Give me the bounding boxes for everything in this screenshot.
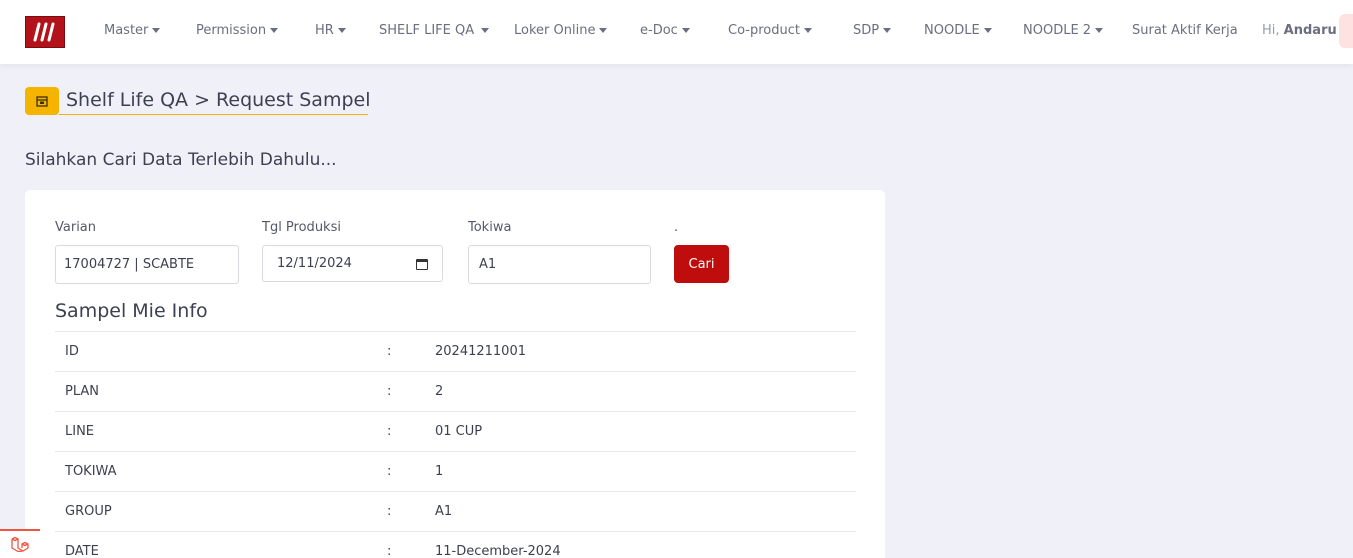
caret-down-icon <box>1095 28 1104 33</box>
tokiwa-label: Tokiwa <box>468 220 512 235</box>
row-value: A1 <box>435 504 453 519</box>
nav-item-noodle-2[interactable]: NOODLE 2 <box>1023 23 1104 38</box>
row-separator: : <box>387 424 392 439</box>
section-title: Sampel Mie Info <box>55 300 208 322</box>
caret-down-icon <box>803 28 812 33</box>
nav-item-noodle[interactable]: NOODLE <box>924 23 992 38</box>
debugbar-toggle[interactable] <box>0 529 40 558</box>
row-value: 20241211001 <box>435 344 526 359</box>
row-key: TOKIWA <box>65 464 117 479</box>
user-menu-button[interactable] <box>1339 14 1353 48</box>
table-row: DATE: 11-December-2024 <box>55 531 856 558</box>
tgl-produksi-value: 12/11/2024 <box>277 256 352 271</box>
row-value: 01 CUP <box>435 424 483 439</box>
caret-down-icon <box>337 28 346 33</box>
user-greeting[interactable]: Hi, Andaru <box>1262 23 1337 38</box>
table-row: ID: 20241211001 <box>55 331 856 371</box>
page-subtitle: Silahkan Cari Data Terlebih Dahulu... <box>25 150 337 170</box>
caret-down-icon <box>152 28 161 33</box>
row-separator: : <box>387 544 392 558</box>
nav-item-co-product[interactable]: Co-product <box>728 23 812 38</box>
caret-down-icon <box>983 28 992 33</box>
user-name: Andaru <box>1283 23 1337 38</box>
table-row: LINE: 01 CUP <box>55 411 856 451</box>
logo-mark-icon <box>33 22 55 42</box>
greeting-text: Hi, <box>1262 23 1280 38</box>
nav-item-master[interactable]: Master <box>104 23 161 38</box>
cari-caption: . <box>674 220 679 235</box>
nav-item-label: SDP <box>853 23 880 38</box>
calendar-icon <box>25 87 59 115</box>
row-key: GROUP <box>65 504 112 519</box>
nav-item-hr[interactable]: HR <box>315 23 346 38</box>
info-table: ID: 20241211001 PLAN: 2 LINE: 01 CUP TOKIWA… <box>55 331 856 558</box>
laravel-icon <box>11 536 29 552</box>
top-navbar: Master Permission HR SHELF LIFE QA Loker… <box>0 0 1353 64</box>
nav-item-shelf-life-qa[interactable]: SHELF LIFE QA <box>379 23 490 38</box>
nav-item-label: Surat Aktif Kerja <box>1132 23 1238 38</box>
table-row: PLAN: 2 <box>55 371 856 411</box>
app-logo[interactable] <box>25 16 65 48</box>
calendar-picker-icon[interactable] <box>416 259 428 270</box>
varian-select[interactable]: 17004727 | SCABTE <box>55 245 239 284</box>
caret-down-icon <box>270 28 279 33</box>
nav-item-loker-online[interactable]: Loker Online <box>514 23 608 38</box>
row-key: LINE <box>65 424 95 439</box>
tgl-produksi-input[interactable]: 12/11/2024 <box>262 245 443 282</box>
nav-item-permission[interactable]: Permission <box>196 23 279 38</box>
nav-item-label: SHELF LIFE QA <box>379 23 475 38</box>
nav-item-label: Permission <box>196 23 267 38</box>
varian-value: 17004727 | SCABTE <box>64 257 195 272</box>
row-key: DATE <box>65 544 99 558</box>
row-separator: : <box>387 384 392 399</box>
caret-down-icon <box>599 28 608 33</box>
nav-item-label: NOODLE 2 <box>1023 23 1092 38</box>
nav-item-label: e-Doc <box>640 23 678 38</box>
row-value: 11-December-2024 <box>435 544 561 558</box>
varian-label: Varian <box>55 220 97 235</box>
breadcrumb: Shelf Life QA > Request Sampel <box>59 87 371 115</box>
tgl-produksi-label: Tgl Produksi <box>262 220 341 235</box>
nav-item-label: Co-product <box>728 23 800 38</box>
nav-item-sdp[interactable]: SDP <box>853 23 892 38</box>
row-separator: : <box>387 344 392 359</box>
nav-item-e-doc[interactable]: e-Doc <box>640 23 690 38</box>
row-value: 1 <box>435 464 444 479</box>
caret-down-icon <box>481 28 490 33</box>
row-key: ID <box>65 344 79 359</box>
nav-item-label: Loker Online <box>514 23 596 38</box>
table-row: GROUP: A1 <box>55 491 856 531</box>
table-row: TOKIWA: 1 <box>55 451 856 491</box>
tokiwa-input[interactable]: A1 <box>468 245 651 284</box>
cari-button[interactable]: Cari <box>674 245 729 283</box>
row-separator: : <box>387 464 392 479</box>
row-value: 2 <box>435 384 444 399</box>
nav-item-surat-aktif-kerja[interactable]: Surat Aktif Kerja <box>1132 23 1238 38</box>
nav-item-label: NOODLE <box>924 23 980 38</box>
tokiwa-value: A1 <box>479 257 497 272</box>
nav-item-label: HR <box>315 23 334 38</box>
caret-down-icon <box>681 28 690 33</box>
row-separator: : <box>387 504 392 519</box>
row-key: PLAN <box>65 384 99 399</box>
nav-item-label: Master <box>104 23 149 38</box>
caret-down-icon <box>883 28 892 33</box>
